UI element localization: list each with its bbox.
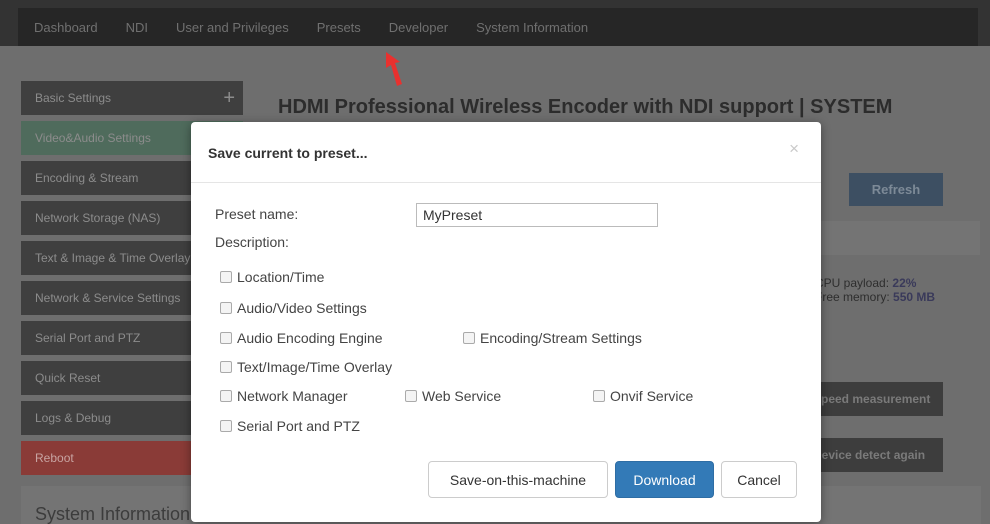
nav-dashboard[interactable]: Dashboard bbox=[18, 20, 112, 35]
nav-system-information[interactable]: System Information bbox=[462, 20, 602, 35]
checkbox-box[interactable] bbox=[220, 302, 232, 314]
description-label: Description: bbox=[215, 234, 289, 250]
preset-name-input[interactable] bbox=[416, 203, 658, 227]
cancel-button[interactable]: Cancel bbox=[721, 461, 797, 498]
checkbox-label: Audio/Video Settings bbox=[237, 300, 367, 316]
checkbox-label: Location/Time bbox=[237, 269, 325, 285]
nav-ndi[interactable]: NDI bbox=[112, 20, 162, 35]
checkbox-label: Encoding/Stream Settings bbox=[480, 330, 642, 346]
top-navigation-bar: Dashboard NDI User and Privileges Preset… bbox=[18, 8, 978, 46]
sidebar-item-label: Reboot bbox=[35, 451, 74, 465]
checkbox-label: Web Service bbox=[422, 388, 502, 404]
checkbox-box[interactable] bbox=[220, 390, 232, 402]
expand-plus-icon[interactable]: + bbox=[223, 81, 235, 115]
checkbox-network-manager[interactable]: Network Manager bbox=[220, 388, 348, 404]
checkbox-box[interactable] bbox=[220, 332, 232, 344]
checkbox-audio-encoding-engine[interactable]: Audio Encoding Engine bbox=[220, 330, 383, 346]
checkbox-label: Audio Encoding Engine bbox=[237, 330, 383, 346]
checkbox-web-service[interactable]: Web Service bbox=[405, 388, 501, 404]
save-on-this-machine-button[interactable]: Save-on-this-machine bbox=[428, 461, 608, 498]
save-preset-dialog: Save current to preset... × Preset name:… bbox=[191, 122, 821, 522]
checkbox-onvif-service[interactable]: Onvif Service bbox=[593, 388, 693, 404]
nav-user-and-privileges[interactable]: User and Privileges bbox=[162, 20, 303, 35]
sidebar-item-label: Logs & Debug bbox=[35, 411, 112, 425]
sidebar-item-label: Serial Port and PTZ bbox=[35, 331, 141, 345]
device-detect-button[interactable]: Device detect again bbox=[805, 438, 943, 472]
checkbox-box[interactable] bbox=[593, 390, 605, 402]
close-icon[interactable]: × bbox=[789, 139, 799, 159]
checkbox-encoding-stream-settings[interactable]: Encoding/Stream Settings bbox=[463, 330, 642, 346]
download-button[interactable]: Download bbox=[615, 461, 714, 498]
checkbox-audio-video-settings[interactable]: Audio/Video Settings bbox=[220, 300, 367, 316]
checkbox-label: Text/Image/Time Overlay bbox=[237, 359, 393, 375]
checkbox-serial-port-ptz[interactable]: Serial Port and PTZ bbox=[220, 418, 360, 434]
refresh-button[interactable]: Refresh bbox=[849, 173, 943, 206]
checkbox-label: Onvif Service bbox=[610, 388, 694, 404]
sidebar-item-label: Encoding & Stream bbox=[35, 171, 139, 185]
page-title: HDMI Professional Wireless Encoder with … bbox=[278, 96, 893, 118]
checkbox-text-image-time-overlay[interactable]: Text/Image/Time Overlay bbox=[220, 359, 392, 375]
annotation-arrow-icon bbox=[386, 52, 402, 86]
sidebar-item-label: Quick Reset bbox=[35, 371, 101, 385]
dialog-title: Save current to preset... bbox=[208, 145, 368, 161]
nav-developer[interactable]: Developer bbox=[375, 20, 462, 35]
sidebar-item-label: Basic Settings bbox=[35, 91, 112, 105]
sidebar-item-label: Video&Audio Settings bbox=[35, 131, 151, 145]
preset-name-label: Preset name: bbox=[215, 206, 299, 222]
checkbox-box[interactable] bbox=[220, 271, 232, 283]
sidebar-item-label: Network & Service Settings bbox=[35, 291, 181, 305]
checkbox-label: Serial Port and PTZ bbox=[237, 418, 360, 434]
section-header-bar bbox=[800, 221, 980, 255]
checkbox-location-time[interactable]: Location/Time bbox=[220, 269, 324, 285]
system-information-heading: System Information bbox=[35, 504, 191, 524]
nav-presets[interactable]: Presets bbox=[303, 20, 375, 35]
top-navigation: Dashboard NDI User and Privileges Preset… bbox=[0, 0, 990, 46]
sidebar-item-label: Text & Image & Time Overlay bbox=[35, 251, 191, 265]
cpu-label: CPU payload: bbox=[815, 276, 890, 290]
speed-measurement-button[interactable]: Speed measurement bbox=[805, 382, 943, 416]
cpu-value: 22% bbox=[892, 276, 917, 290]
checkbox-box[interactable] bbox=[220, 361, 232, 373]
checkbox-label: Network Manager bbox=[237, 388, 348, 404]
memory-label: Free memory: bbox=[815, 290, 890, 304]
sidebar-item-basic-settings[interactable]: Basic Settings + bbox=[21, 81, 243, 115]
memory-value: 550 MB bbox=[893, 290, 936, 304]
checkbox-box[interactable] bbox=[405, 390, 417, 402]
checkbox-box[interactable] bbox=[220, 420, 232, 432]
sidebar-item-label: Network Storage (NAS) bbox=[35, 211, 161, 225]
system-stats: CPU payload: 22% Free memory: 550 MB bbox=[815, 276, 935, 304]
dialog-header: Save current to preset... × bbox=[191, 122, 821, 183]
checkbox-box[interactable] bbox=[463, 332, 475, 344]
